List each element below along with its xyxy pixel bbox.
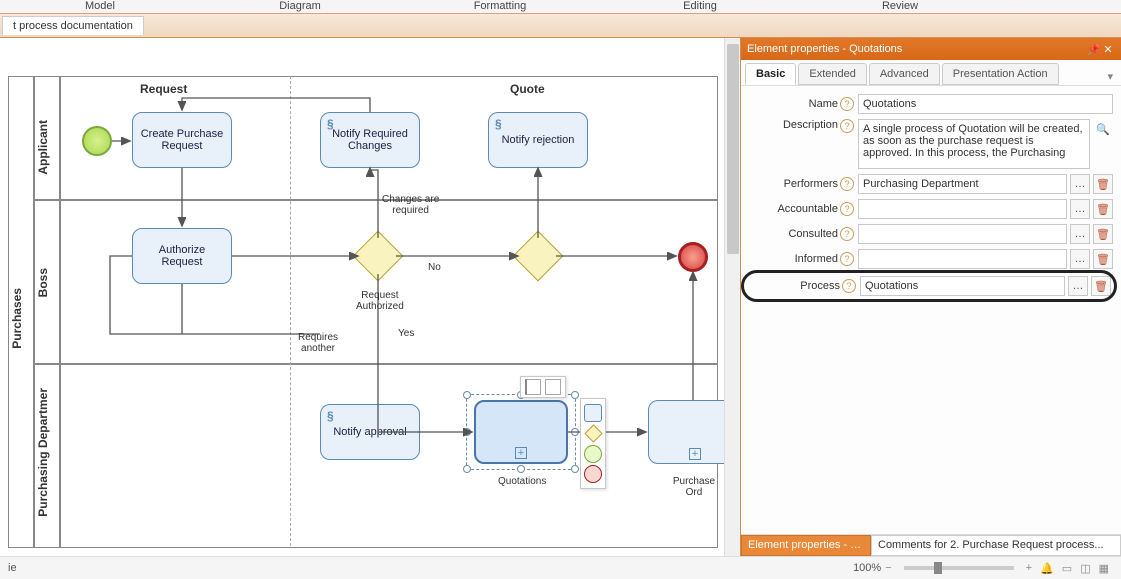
ribbon-tabs: Model Diagram Formatting Editing Review	[0, 0, 1121, 14]
input-informed[interactable]	[858, 249, 1067, 269]
browse-button[interactable]: …	[1068, 276, 1088, 296]
palette-end-event-icon[interactable]	[584, 465, 602, 483]
zoom-in-icon[interactable]: +	[1026, 562, 1032, 574]
input-consulted[interactable]	[858, 224, 1067, 244]
palette-start-event-icon[interactable]	[584, 445, 602, 463]
delete-button[interactable]: 🗑	[1093, 174, 1113, 194]
label-consulted: Consulted	[745, 228, 840, 240]
ribbon-tab-review[interactable]: Review	[800, 0, 1000, 13]
view-mode-grid-icon[interactable]: ▦	[1099, 562, 1109, 575]
browse-button[interactable]: …	[1070, 199, 1090, 219]
footer-tab-properties[interactable]: Element properties - Qu...	[741, 535, 871, 556]
help-icon[interactable]: ?	[840, 97, 854, 111]
edge-label-changes: Changes are required	[382, 194, 439, 216]
label-accountable: Accountable	[745, 203, 840, 215]
view-mode-split-icon[interactable]: ◫	[1080, 562, 1090, 575]
ribbon-tab-editing[interactable]: Editing	[600, 0, 800, 13]
delete-button[interactable]: 🗑	[1093, 224, 1113, 244]
help-icon[interactable]: ?	[840, 227, 854, 241]
edge-label-authorized: Request Authorized	[356, 290, 404, 312]
properties-panel: Element properties - Quotations 📌 ✕ Basi…	[740, 38, 1121, 556]
zoom-description-icon[interactable]: 🔍	[1093, 119, 1113, 139]
delete-button[interactable]: 🗑	[1093, 249, 1113, 269]
element-palette[interactable]	[580, 398, 606, 489]
help-icon[interactable]: ?	[840, 252, 854, 266]
tab-presentation[interactable]: Presentation Action	[942, 63, 1059, 85]
edge-label-requires-another: Requires another	[298, 332, 338, 354]
context-toolbar[interactable]	[520, 376, 566, 398]
diagram-canvas[interactable]: Purchases Applicant Boss Purchasing Depa…	[0, 38, 740, 556]
label-description: Description	[745, 119, 840, 131]
document-tab-bar: t process documentation	[0, 14, 1121, 38]
help-icon[interactable]: ?	[840, 119, 854, 133]
property-form: Name ? Description ? 🔍 Performers ? … 🗑 …	[741, 86, 1121, 534]
ribbon-tab-diagram[interactable]: Diagram	[200, 0, 400, 13]
label-performers: Performers	[745, 178, 840, 190]
input-process[interactable]	[860, 276, 1065, 296]
label-name: Name	[745, 98, 840, 110]
document-tab[interactable]: t process documentation	[2, 16, 144, 35]
tab-basic[interactable]: Basic	[745, 63, 796, 85]
browse-button[interactable]: …	[1070, 224, 1090, 244]
help-icon[interactable]: ?	[842, 279, 856, 293]
panel-titlebar[interactable]: Element properties - Quotations 📌 ✕	[741, 38, 1121, 60]
palette-gateway-icon[interactable]	[584, 424, 602, 442]
zoom-value: 100%	[853, 562, 881, 574]
ribbon-tab-formatting[interactable]: Formatting	[400, 0, 600, 13]
panel-title-text: Element properties - Quotations	[747, 43, 902, 55]
zoom-out-icon[interactable]: −	[885, 562, 891, 574]
label-process: Process	[747, 280, 842, 292]
help-icon[interactable]: ?	[840, 177, 854, 191]
edge-label-no: No	[428, 262, 441, 273]
close-icon[interactable]: ✕	[1101, 43, 1115, 56]
notification-bell-icon[interactable]: 🔔	[1040, 562, 1054, 575]
input-performers[interactable]	[858, 174, 1067, 194]
help-icon[interactable]: ?	[840, 202, 854, 216]
text-annotation-icon[interactable]	[545, 379, 561, 395]
zoom-slider-knob[interactable]	[934, 562, 942, 574]
view-mode-icon[interactable]: ▭	[1062, 562, 1072, 575]
footer-tab-comments[interactable]: Comments for 2. Purchase Request process…	[871, 535, 1121, 556]
browse-button[interactable]: …	[1070, 249, 1090, 269]
annotation-icon[interactable]	[525, 379, 541, 395]
input-accountable[interactable]	[858, 199, 1067, 219]
zoom-slider[interactable]	[904, 566, 1014, 570]
label-informed: Informed	[745, 253, 840, 265]
delete-button[interactable]: 🗑	[1093, 199, 1113, 219]
panel-footer-tabs: Element properties - Qu... Comments for …	[741, 534, 1121, 556]
input-description[interactable]	[858, 119, 1090, 169]
edge-label-yes: Yes	[398, 328, 414, 339]
canvas-scrollbar-vertical[interactable]	[724, 38, 740, 556]
browse-button[interactable]: …	[1070, 174, 1090, 194]
status-left: ie	[8, 562, 17, 574]
pin-icon[interactable]: 📌	[1087, 43, 1101, 56]
tabs-dropdown-icon[interactable]: ▾	[1103, 68, 1117, 85]
palette-task-icon[interactable]	[584, 404, 602, 422]
ribbon-tab-model[interactable]: Model	[0, 0, 200, 13]
scrollbar-thumb[interactable]	[727, 44, 739, 254]
property-tabs: Basic Extended Advanced Presentation Act…	[741, 60, 1121, 86]
input-name[interactable]	[858, 94, 1113, 114]
delete-button[interactable]: 🗑	[1091, 276, 1111, 296]
tab-extended[interactable]: Extended	[798, 63, 866, 85]
tab-advanced[interactable]: Advanced	[869, 63, 940, 85]
status-bar: ie 100% − + 🔔 ▭ ◫ ▦	[0, 556, 1121, 579]
